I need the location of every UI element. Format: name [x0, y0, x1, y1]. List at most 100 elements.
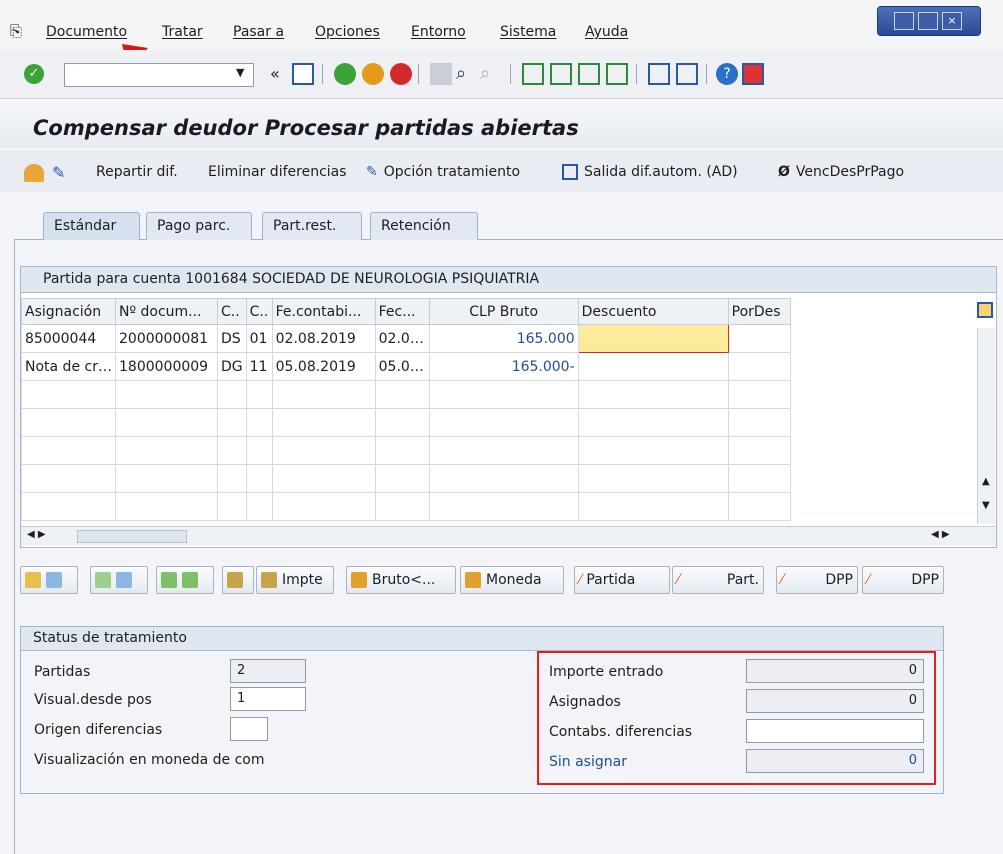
- origen-diferencias-field[interactable]: [230, 717, 268, 741]
- binoculars-icon: [261, 572, 277, 588]
- pordes-input[interactable]: [727, 324, 791, 353]
- tab-estandar[interactable]: Estándar: [43, 212, 140, 240]
- print-icon[interactable]: [430, 63, 452, 85]
- importe-entrado-label: Importe entrado: [549, 664, 664, 680]
- minimize-icon[interactable]: [894, 12, 914, 30]
- part-button[interactable]: ⁄ Part.: [672, 566, 764, 594]
- visual-desde-pos-field[interactable]: 1: [230, 687, 306, 711]
- dpp-button-1[interactable]: ⁄ DPP: [776, 566, 858, 594]
- find-button[interactable]: [222, 566, 254, 594]
- null-icon: Ø: [778, 164, 790, 180]
- find-icon: [227, 572, 243, 588]
- moneda-button[interactable]: Moneda: [460, 566, 564, 594]
- save-icon[interactable]: [292, 63, 314, 85]
- edit-icon[interactable]: ✎: [52, 163, 65, 182]
- venc-des-button[interactable]: Ø VencDesPrPago: [778, 164, 904, 180]
- col-asignacion[interactable]: Asignación: [21, 298, 116, 325]
- page-title: Compensar deudor Procesar partidas abier…: [33, 116, 579, 140]
- currency-icon: [465, 572, 481, 588]
- col-pordes[interactable]: PorDes: [727, 298, 791, 325]
- visualizacion-moneda-label: Visualización en moneda de com: [34, 752, 265, 768]
- col-no-documento[interactable]: Nº docum...: [115, 298, 218, 325]
- repartir-dif-button[interactable]: Repartir dif.: [96, 164, 178, 180]
- cell: 05.0…: [374, 352, 430, 381]
- descuento-input[interactable]: [577, 352, 729, 381]
- scroll-left-icon[interactable]: ◀ ▶: [27, 529, 46, 540]
- eliminar-diferencias-button[interactable]: Eliminar diferencias: [208, 164, 347, 180]
- menu-entorno[interactable]: Entorno: [411, 24, 466, 40]
- sort-desc-icon: [182, 572, 198, 588]
- menu-ayuda[interactable]: Ayuda: [585, 24, 628, 40]
- sort-button[interactable]: [156, 566, 214, 594]
- menu-pasar-a[interactable]: Pasar a: [233, 24, 284, 40]
- col-c1[interactable]: C..: [217, 298, 247, 325]
- deselect-icon: [46, 572, 62, 588]
- double-left-icon[interactable]: «: [270, 64, 280, 83]
- select-all-button[interactable]: [20, 566, 78, 594]
- close-icon[interactable]: ×: [942, 12, 962, 30]
- layout-menu-icon[interactable]: [742, 63, 764, 85]
- descuento-input[interactable]: [577, 324, 729, 353]
- partidas-label: Partidas: [34, 664, 91, 680]
- cancel-icon[interactable]: [390, 63, 412, 85]
- dpp-label: DPP: [825, 572, 853, 588]
- scroll-down-icon[interactable]: ▼: [982, 500, 990, 511]
- find-next-icon[interactable]: ⌕: [480, 63, 502, 85]
- help-icon[interactable]: ?: [716, 63, 738, 85]
- scroll-up-icon[interactable]: ▲: [982, 476, 990, 487]
- horizontal-scrollbar[interactable]: ◀ ▶ ◀ ▶: [21, 526, 996, 546]
- first-page-icon[interactable]: [522, 63, 544, 85]
- dpp-label: DPP: [911, 572, 939, 588]
- enter-icon[interactable]: ✓: [24, 64, 44, 84]
- col-fe-contabi[interactable]: Fe.contabi...: [271, 298, 376, 325]
- create-session-icon[interactable]: [648, 63, 670, 85]
- table-row: [21, 380, 791, 409]
- menu-documento[interactable]: Documento: [46, 24, 127, 40]
- table-row: [21, 436, 791, 465]
- people-icon[interactable]: [24, 164, 44, 182]
- col-fec[interactable]: Fec...: [374, 298, 430, 325]
- tab-part-rest[interactable]: Part.rest.: [262, 212, 362, 240]
- partida-button[interactable]: ⁄ Partida: [574, 566, 670, 594]
- open-items-table: Asignación Nº docum... C.. C.. Fe.contab…: [21, 298, 791, 521]
- previous-page-icon[interactable]: [550, 63, 572, 85]
- tab-pago-parc[interactable]: Pago parc.: [146, 212, 252, 240]
- impte-button[interactable]: Impte: [256, 566, 334, 594]
- column-settings-icon[interactable]: [977, 302, 993, 318]
- activate-items-button[interactable]: [90, 566, 148, 594]
- cell: 01: [245, 324, 273, 353]
- col-descuento[interactable]: Descuento: [577, 298, 729, 325]
- scroll-thumb[interactable]: [77, 530, 187, 543]
- next-page-icon[interactable]: [578, 63, 600, 85]
- shortcut-icon[interactable]: [676, 63, 698, 85]
- exit-icon[interactable]: [362, 63, 384, 85]
- chevron-down-icon[interactable]: ▼: [236, 66, 244, 79]
- last-page-icon[interactable]: [606, 63, 628, 85]
- col-c2[interactable]: C..: [245, 298, 273, 325]
- cell: 165.000-: [428, 352, 579, 381]
- menu-sistema[interactable]: Sistema: [500, 24, 556, 40]
- tab-retencion[interactable]: Retención: [370, 212, 478, 240]
- col-clp-bruto[interactable]: CLP Bruto: [428, 298, 579, 325]
- menu-opciones[interactable]: Opciones: [315, 24, 380, 40]
- contabs-diferencias-field[interactable]: [746, 719, 924, 743]
- maximize-icon[interactable]: [918, 12, 938, 30]
- command-field[interactable]: [64, 63, 254, 87]
- pordes-input[interactable]: [727, 352, 791, 381]
- bruto-button[interactable]: Bruto<...: [346, 566, 456, 594]
- table-row[interactable]: 85000044 2000000081 DS 01 02.08.2019 02.…: [21, 324, 791, 353]
- dpp-button-2[interactable]: ⁄ DPP: [862, 566, 944, 594]
- back-icon[interactable]: [334, 63, 356, 85]
- scroll-right-icon[interactable]: ◀ ▶: [931, 529, 950, 540]
- cell: DG: [217, 352, 247, 381]
- visual-desde-pos-label: Visual.desde pos: [34, 692, 152, 708]
- vertical-scrollbar[interactable]: ▲ ▼: [977, 328, 995, 524]
- menu-tratar[interactable]: Tratar: [162, 24, 203, 40]
- menu-icon[interactable]: ⎘: [10, 22, 22, 40]
- salida-dif-button[interactable]: Salida dif.autom. (AD): [562, 164, 738, 180]
- opcion-tratamiento-button[interactable]: ✎ Opción tratamiento: [366, 164, 520, 180]
- wand-icon: ⁄: [867, 572, 870, 588]
- table-row[interactable]: Nota de cr… 1800000009 DG 11 05.08.2019 …: [21, 352, 791, 381]
- select-all-icon: [25, 572, 41, 588]
- find-icon[interactable]: ⌕: [456, 63, 478, 85]
